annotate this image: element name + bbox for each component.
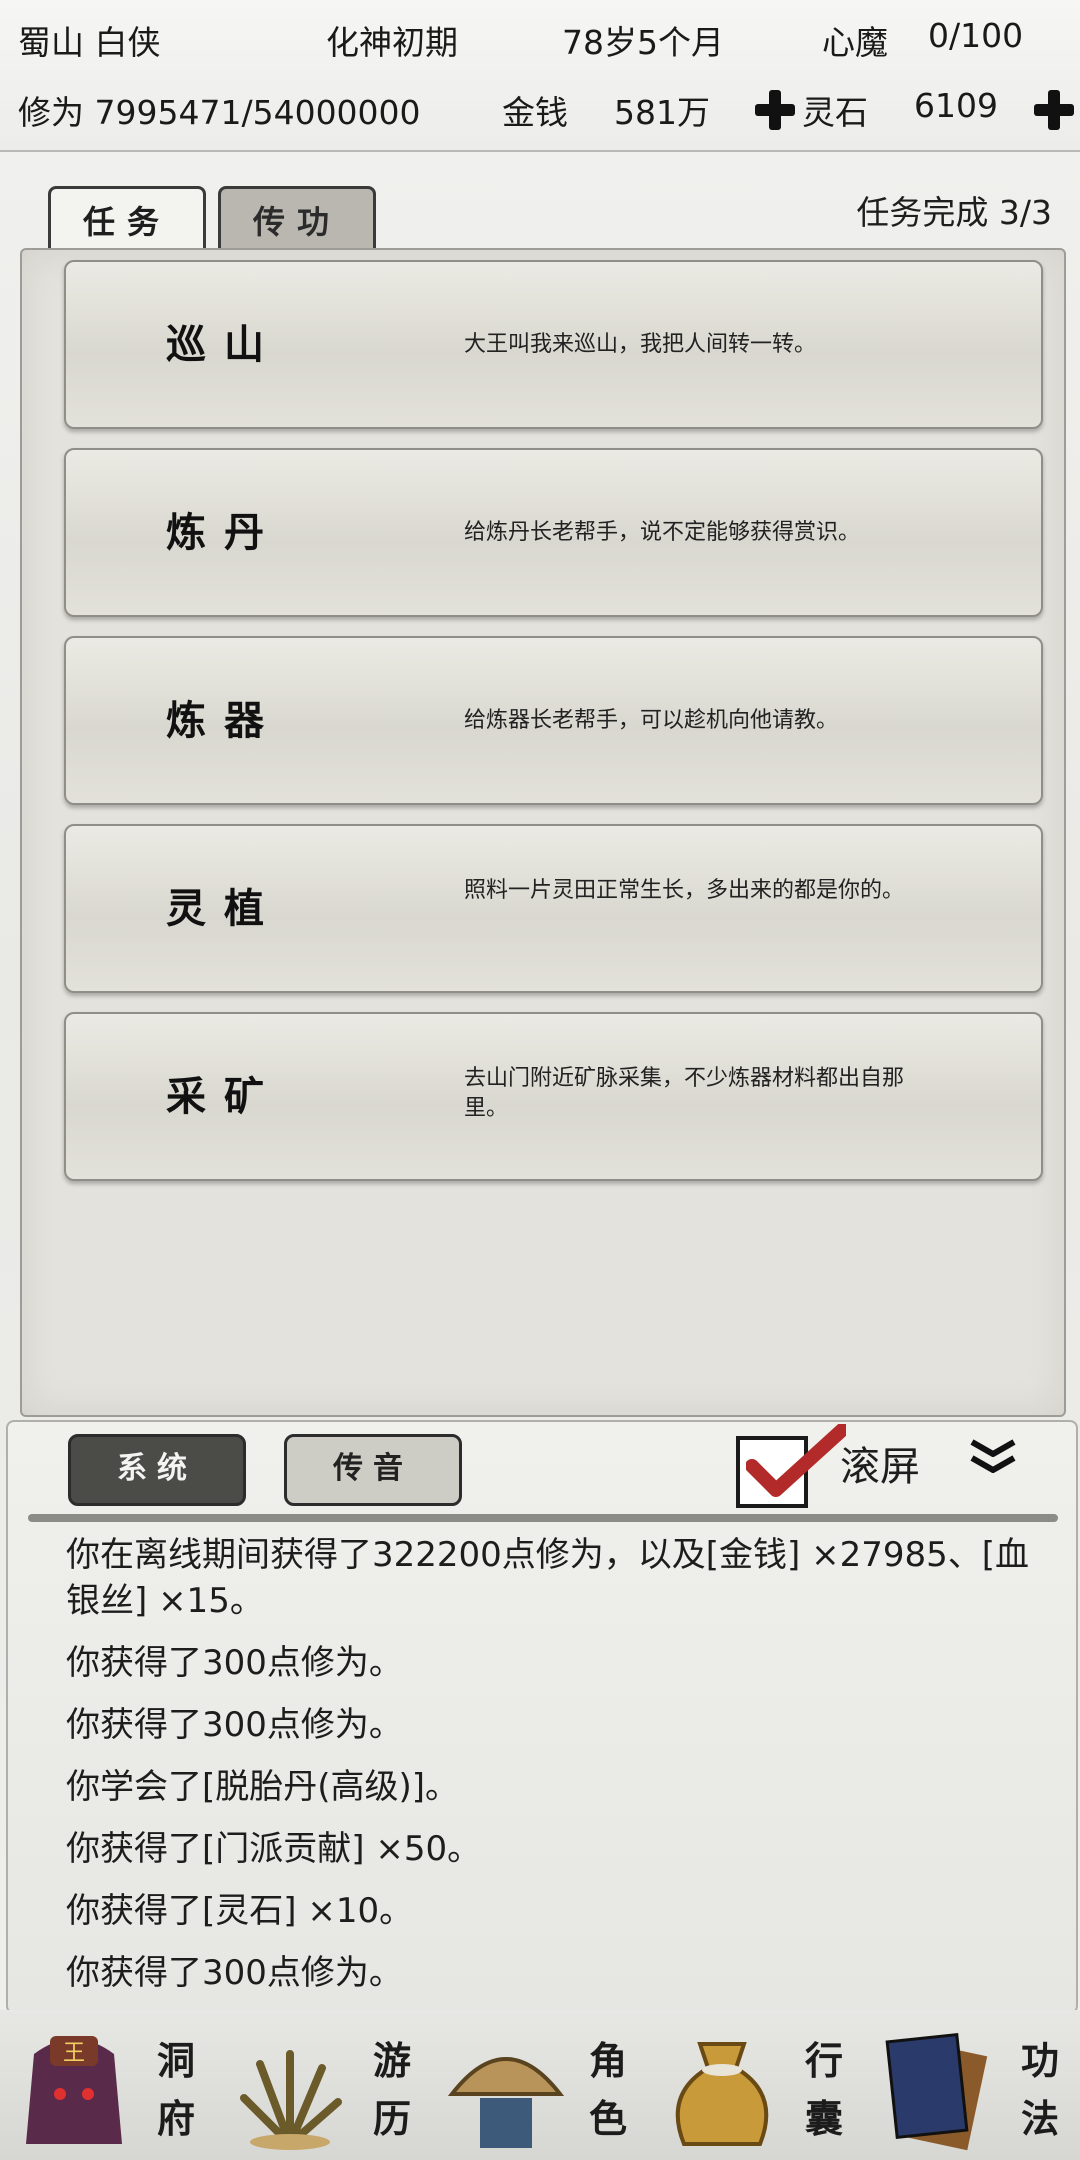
add-spirit-stone-icon[interactable] [1034,90,1074,130]
nav-label: 角色 [588,2038,627,2141]
tab-tasks[interactable]: 任务 [48,186,206,255]
task-progress: 任务完成 3/3 [856,193,1052,232]
nav-techniques[interactable]: 功法 [864,2010,1080,2160]
system-channel-button[interactable]: 系统 [68,1434,246,1506]
log-line: 你获得了300点修为。 [66,1705,403,1745]
herb-icon [240,2050,342,2150]
log-line: 你在离线期间获得了322200点修为，以及[金钱] ×27985、[血银丝] ×… [66,1535,1030,1621]
heart-demon-label: 心魔 [822,23,888,62]
heart-demon-value: 0/100 [928,16,1024,55]
nav-cave-dwelling[interactable]: 王 洞府 [0,2010,216,2160]
log-line: 你获得了[门派贡献] ×50。 [66,1829,482,1869]
log-lines: 你在离线期间获得了322200点修为，以及[金钱] ×27985、[血银丝] ×… [66,1532,1046,2012]
nav-label: 功法 [1020,2038,1059,2141]
log-line: 你获得了300点修为。 [66,1643,403,1683]
auto-scroll-label: 滚屏 [840,1444,920,1490]
nav-travel[interactable]: 游历 [216,2010,432,2160]
task-description: 去山门附近矿脉采集，不少炼器材料都出自那里。 [464,1066,905,1121]
task-name: 炼器 [166,697,282,744]
task-description: 照料一片灵田正常生长，多出来的都是你的。 [464,878,905,903]
log-line: 你获得了300点修为。 [66,1953,403,1993]
pouch-icon [675,2042,769,2146]
status-bar: 蜀山 白侠 化神初期 78岁5个月 心魔 0/100 修为 7995471/54… [0,0,1080,152]
tab-transmit-skill[interactable]: 传功 [218,186,376,255]
task-name: 巡山 [166,321,282,368]
task-card-mining[interactable]: 采矿 去山门附近矿脉采集，不少炼器材料都出自那里。 [64,1012,1043,1181]
task-card-patrol[interactable]: 巡山 大王叫我来巡山，我把人间转一转。 [64,260,1043,429]
log-divider [28,1514,1058,1522]
task-name: 采矿 [166,1073,282,1120]
straw-hat-icon [447,2057,565,2148]
auto-scroll-checkbox[interactable] [736,1424,846,1508]
task-panel: 巡山 大王叫我来巡山，我把人间转一转。 炼丹 给炼丹长老帮手，说不定能够获得赏识… [20,248,1066,1417]
voice-message-channel-button[interactable]: 传音 [284,1434,462,1506]
task-card-alchemy[interactable]: 炼丹 给炼丹长老帮手，说不定能够获得赏识。 [64,448,1043,617]
nav-label: 行囊 [804,2038,843,2141]
task-description: 大王叫我来巡山，我把人间转一转。 [464,332,817,357]
money-value: 581万 [614,93,710,132]
nav-inventory[interactable]: 行囊 [648,2010,864,2160]
nav-label: 游历 [372,2038,411,2141]
checkmark-icon [746,1424,846,1497]
message-log-panel: 系统 传音 滚屏 你在离线期间获得了322200点修为，以及[金钱] ×2798… [6,1420,1078,2014]
collapse-chevron-icon[interactable] [968,1438,1018,1478]
books-icon [885,2032,988,2151]
task-card-spirit-plants[interactable]: 灵植 照料一片灵田正常生长，多出来的都是你的。 [64,824,1043,993]
task-name: 炼丹 [166,509,282,556]
spirit-stone-label: 灵石 [802,93,868,132]
bottom-navigation: 王 洞府 游历 角色 行囊 功法 [0,2010,1080,2160]
spirit-stone-value: 6109 [914,86,998,125]
svg-text:王: 王 [63,2041,85,2066]
log-line: 你学会了[脱胎丹(高级)]。 [66,1767,460,1807]
task-description: 给炼器长老帮手，可以趁机向他请教。 [464,708,839,733]
nav-character[interactable]: 角色 [432,2010,648,2160]
task-card-forging[interactable]: 炼器 给炼器长老帮手，可以趁机向他请教。 [64,636,1043,805]
money-label: 金钱 [502,93,568,132]
player-location: 蜀山 白侠 [18,23,161,62]
task-description: 给炼丹长老帮手，说不定能够获得赏识。 [464,520,861,545]
realm-label: 化神初期 [326,23,458,62]
age-label: 78岁5个月 [562,23,724,62]
cultivation-value: 修为 7995471/54000000 [18,93,421,132]
task-name: 灵植 [166,885,282,932]
nav-label: 洞府 [156,2038,195,2141]
log-line: 你获得了[灵石] ×10。 [66,1891,414,1931]
demon-king-icon: 王 [26,2036,122,2144]
add-money-icon[interactable] [755,90,795,130]
